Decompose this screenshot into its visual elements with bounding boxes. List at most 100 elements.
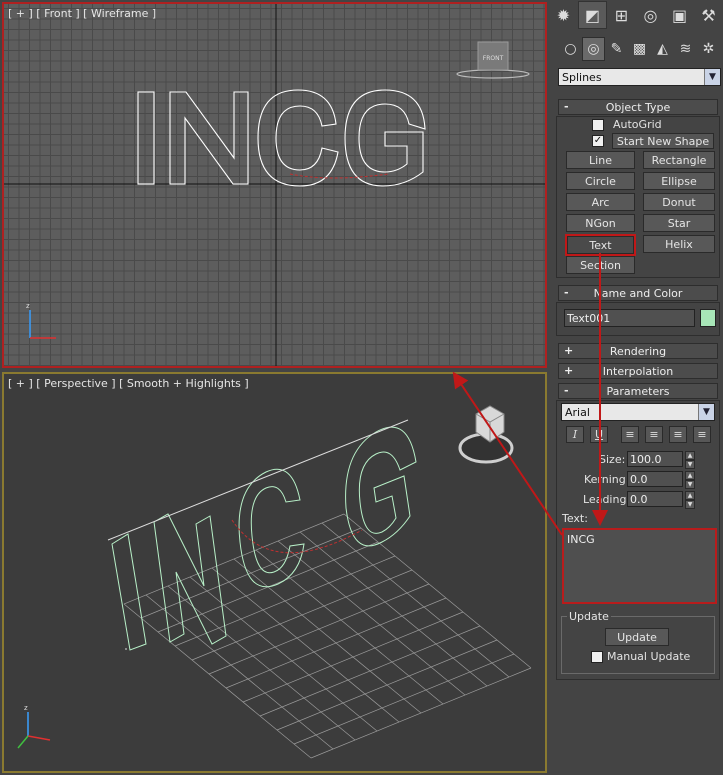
- command-panel-tabs: ✹ ◩ ⊞ ◎ ▣ ⚒: [549, 0, 723, 30]
- cameras-category-icon[interactable]: ▩: [628, 37, 651, 61]
- leading-field[interactable]: 0.0: [627, 491, 683, 507]
- category-dropdown-value: Splines: [562, 70, 602, 84]
- size-label: Size:: [599, 453, 626, 466]
- arc-button[interactable]: Arc: [566, 193, 635, 211]
- perspective-viewport[interactable]: z [ + ] [ Perspective ] [ Smooth + Highl…: [2, 372, 547, 773]
- perspective-grid: [123, 513, 532, 759]
- update-group-label: Update: [567, 610, 611, 623]
- rendering-title: Rendering: [609, 344, 667, 358]
- ellipse-button[interactable]: Ellipse: [643, 172, 715, 190]
- object-type-rollout-header[interactable]: - Object Type: [558, 99, 718, 115]
- hierarchy-tab-icon[interactable]: ⊞: [607, 1, 636, 29]
- size-field[interactable]: 100.0: [627, 451, 683, 467]
- align-left-icon[interactable]: ≡: [621, 426, 639, 443]
- text-label: Text:: [562, 512, 588, 525]
- front-view-cube[interactable]: FRONT: [456, 41, 530, 79]
- text-input-value: INCG: [567, 533, 595, 546]
- front-viewport-label[interactable]: [ + ] [ Front ] [ Wireframe ]: [8, 7, 156, 20]
- svg-text:z: z: [24, 704, 28, 712]
- category-toolbar: ○ ◎ ✎ ▩ ◭ ≋ ✲: [559, 36, 721, 62]
- category-dropdown[interactable]: Splines ▼: [558, 68, 721, 86]
- kerning-field[interactable]: 0.0: [627, 471, 683, 487]
- svg-text:z: z: [26, 302, 30, 310]
- perspective-view-cube[interactable]: [458, 405, 514, 464]
- geometry-category-icon[interactable]: ○: [559, 37, 582, 61]
- line-button-label: Line: [589, 153, 612, 167]
- parameters-rollout-header[interactable]: - Parameters: [558, 383, 718, 399]
- leading-spinner[interactable]: ▲ ▼: [685, 491, 695, 509]
- manual-update-checkbox[interactable]: [591, 651, 603, 663]
- donut-button[interactable]: Donut: [643, 193, 715, 211]
- lights-category-icon[interactable]: ✎: [605, 37, 628, 61]
- update-button[interactable]: Update: [605, 628, 669, 646]
- font-dropdown[interactable]: Arial ▼: [561, 403, 715, 421]
- leading-value: 0.0: [630, 492, 648, 506]
- autogrid-checkbox[interactable]: [592, 119, 604, 131]
- create-tab-icon[interactable]: ✹: [549, 1, 578, 29]
- ngon-button[interactable]: NGon: [566, 214, 635, 232]
- modify-tab-icon[interactable]: ◩: [578, 1, 607, 29]
- kerning-label: Kerning:: [584, 473, 630, 486]
- autogrid-label: AutoGrid: [613, 118, 662, 131]
- object-color-swatch[interactable]: [700, 309, 716, 327]
- utilities-tab-icon[interactable]: ⚒: [694, 1, 723, 29]
- front-selection-guide: [289, 173, 389, 179]
- align-right-icon[interactable]: ≡: [669, 426, 687, 443]
- start-new-shape-label: Start New Shape: [616, 134, 710, 148]
- object-name-field[interactable]: Text001: [564, 309, 695, 327]
- perspective-axis-tripod: z: [17, 704, 51, 749]
- helix-button-label: Helix: [665, 237, 693, 251]
- start-new-shape-button[interactable]: Start New Shape: [612, 133, 714, 149]
- text-input[interactable]: INCG: [562, 528, 717, 604]
- expand-icon: +: [564, 364, 574, 377]
- justify-icon[interactable]: ≡: [693, 426, 711, 443]
- perspective-viewport-label[interactable]: [ + ] [ Perspective ] [ Smooth + Highlig…: [8, 377, 249, 390]
- kerning-spinner[interactable]: ▲ ▼: [685, 471, 695, 489]
- front-viewport-canvas: FRONT z: [4, 4, 545, 366]
- font-dropdown-value: Arial: [565, 405, 590, 419]
- object-name-value: Text001: [567, 311, 611, 325]
- helix-button[interactable]: Helix: [643, 235, 715, 253]
- perspective-viewport-canvas: z: [17, 405, 532, 759]
- helpers-category-icon[interactable]: ◭: [651, 37, 674, 61]
- collapse-icon: -: [564, 286, 569, 299]
- front-axis-tripod: z: [26, 302, 56, 339]
- circle-button[interactable]: Circle: [566, 172, 635, 190]
- size-spinner[interactable]: ▲ ▼: [685, 451, 695, 469]
- name-and-color-rollout-header[interactable]: - Name and Color: [558, 285, 718, 301]
- expand-icon: +: [564, 344, 574, 357]
- front-viewport[interactable]: FRONT z [ + ] [ Front ] [ Wireframe ]: [2, 2, 547, 368]
- text-button-label: Text: [589, 238, 612, 252]
- interpolation-title: Interpolation: [602, 364, 674, 378]
- manual-update-label: Manual Update: [607, 650, 691, 663]
- star-button[interactable]: Star: [643, 214, 715, 232]
- motion-tab-icon[interactable]: ◎: [636, 1, 665, 29]
- text-button[interactable]: Text: [565, 234, 636, 256]
- display-tab-icon[interactable]: ▣: [665, 1, 694, 29]
- kerning-value: 0.0: [630, 472, 648, 486]
- italic-button[interactable]: I: [566, 426, 584, 443]
- interpolation-rollout-header[interactable]: + Interpolation: [558, 363, 718, 379]
- align-center-icon[interactable]: ≡: [645, 426, 663, 443]
- collapse-icon: -: [564, 384, 569, 397]
- systems-category-icon[interactable]: ✲: [697, 37, 720, 61]
- section-button-label: Section: [580, 258, 621, 272]
- ngon-button-label: NGon: [585, 216, 616, 230]
- rendering-rollout-header[interactable]: + Rendering: [558, 343, 718, 359]
- line-button[interactable]: Line: [566, 151, 635, 169]
- parameters-title: Parameters: [606, 384, 670, 398]
- rectangle-button[interactable]: Rectangle: [643, 151, 715, 169]
- underline-button[interactable]: U: [590, 426, 608, 443]
- donut-button-label: Donut: [662, 195, 696, 209]
- space-warps-category-icon[interactable]: ≋: [674, 37, 697, 61]
- star-button-label: Star: [667, 216, 691, 230]
- update-button-label: Update: [617, 630, 657, 644]
- front-text-shape[interactable]: [137, 89, 426, 187]
- start-new-shape-checkbox[interactable]: ✓: [592, 135, 604, 147]
- circle-button-label: Circle: [585, 174, 616, 188]
- shapes-category-icon[interactable]: ◎: [582, 37, 605, 61]
- name-and-color-title: Name and Color: [593, 286, 683, 300]
- size-value: 100.0: [630, 452, 662, 466]
- section-button[interactable]: Section: [566, 256, 635, 274]
- object-type-title: Object Type: [605, 100, 671, 114]
